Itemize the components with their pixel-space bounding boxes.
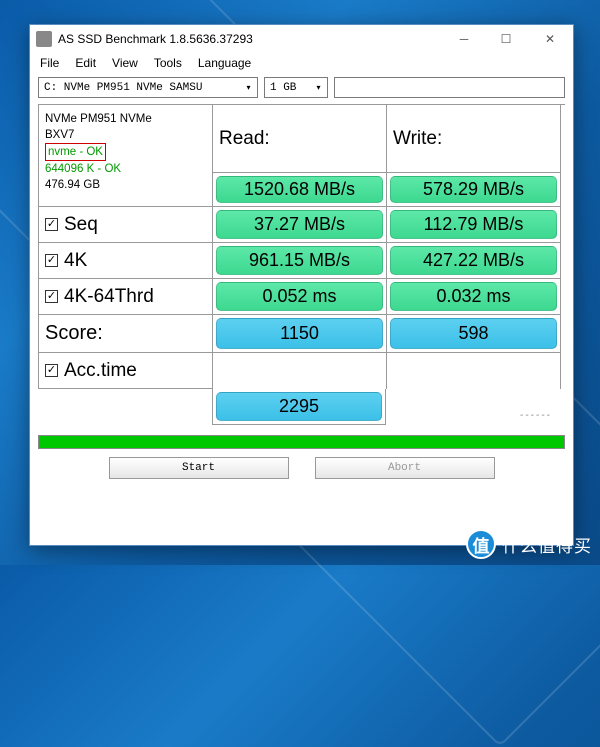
action-buttons: Start Abort xyxy=(38,457,565,483)
toolbar: C: NVMe PM951 NVMe SAMSU ▾ 1 GB ▾ xyxy=(30,75,573,104)
seq-write-cell: 578.29 MB/s xyxy=(387,173,561,207)
content-area: NVMe PM951 NVMe BXV7 nvme - OK 644096 K … xyxy=(30,104,573,545)
score-read-cell: 1150 xyxy=(213,315,387,353)
total-score-cell: 2295 xyxy=(212,389,386,425)
watermark-logo-icon: 值 xyxy=(466,529,496,559)
acc-write-value: 0.032 ms xyxy=(390,282,557,311)
score-write-value: 598 xyxy=(390,318,557,349)
text-input[interactable] xyxy=(334,77,565,98)
window-title: AS SSD Benchmark 1.8.5636.37293 xyxy=(58,32,443,46)
score-read-value: 1150 xyxy=(216,318,383,349)
4k64-label: 4K-64Thrd xyxy=(64,286,154,308)
app-icon xyxy=(36,31,52,47)
size-select[interactable]: 1 GB ▾ xyxy=(264,77,328,98)
acc-write-cell: 0.032 ms xyxy=(387,279,561,315)
4k64-row: ✓ 4K-64Thrd xyxy=(39,279,213,315)
app-window: AS SSD Benchmark 1.8.5636.37293 ─ ☐ ✕ Fi… xyxy=(29,24,574,546)
acc-read-cell: 0.052 ms xyxy=(213,279,387,315)
watermark-text: 什么值得买 xyxy=(502,532,592,557)
titlebar[interactable]: AS SSD Benchmark 1.8.5636.37293 ─ ☐ ✕ xyxy=(30,25,573,53)
acc-label: Acc.time xyxy=(64,360,137,382)
seq-write-value: 578.29 MB/s xyxy=(390,176,557,203)
4k-read-cell: 37.27 MB/s xyxy=(213,207,387,243)
4k64-write-value: 427.22 MB/s xyxy=(390,246,557,275)
minimize-button[interactable]: ─ xyxy=(443,27,485,51)
drive-firmware: BXV7 xyxy=(45,127,74,143)
dummy xyxy=(213,353,387,389)
4k64-read-cell: 961.15 MB/s xyxy=(213,243,387,279)
corner-decoration xyxy=(38,389,212,425)
maximize-button[interactable]: ☐ xyxy=(485,27,527,51)
score-label: Score: xyxy=(39,315,213,353)
4k64-read-value: 961.15 MB/s xyxy=(216,246,383,275)
4k-write-cell: 112.79 MB/s xyxy=(387,207,561,243)
menu-tools[interactable]: Tools xyxy=(154,56,182,70)
drive-capacity: 476.94 GB xyxy=(45,177,100,193)
results-grid: NVMe PM951 NVMe BXV7 nvme - OK 644096 K … xyxy=(38,104,565,389)
seq-read-cell: 1520.68 MB/s xyxy=(213,173,387,207)
total-score-row: 2295 ------ xyxy=(38,389,565,425)
alignment-status: 644096 K - OK xyxy=(45,161,121,177)
4k-write-value: 112.79 MB/s xyxy=(390,210,557,239)
4k-read-value: 37.27 MB/s xyxy=(216,210,383,239)
drive-select[interactable]: C: NVMe PM951 NVMe SAMSU ▾ xyxy=(38,77,258,98)
write-header: Write: xyxy=(387,105,561,173)
acc-read-value: 0.052 ms xyxy=(216,282,383,311)
menubar: File Edit View Tools Language xyxy=(30,53,573,75)
total-score-value: 2295 xyxy=(216,392,382,421)
4k64-checkbox[interactable]: ✓ xyxy=(45,290,58,303)
4k64-write-cell: 427.22 MB/s xyxy=(387,243,561,279)
4k-row: ✓ 4K xyxy=(39,243,213,279)
progress-bar xyxy=(38,435,565,449)
drive-model: NVMe PM951 NVMe xyxy=(45,111,152,127)
seq-read-value: 1520.68 MB/s xyxy=(216,176,383,203)
menu-file[interactable]: File xyxy=(40,56,59,70)
4k-label: 4K xyxy=(64,250,87,272)
corner-decoration: ------ xyxy=(386,389,560,425)
chevron-down-icon: ▾ xyxy=(310,78,327,97)
dummy xyxy=(387,353,561,389)
read-header: Read: xyxy=(213,105,387,173)
menu-view[interactable]: View xyxy=(112,56,138,70)
start-button[interactable]: Start xyxy=(109,457,289,479)
drive-select-value: C: NVMe PM951 NVMe SAMSU xyxy=(44,82,202,94)
driver-status: nvme - OK xyxy=(45,143,106,161)
acc-row: ✓ Acc.time xyxy=(39,353,213,389)
size-select-value: 1 GB xyxy=(270,82,296,94)
abort-button: Abort xyxy=(315,457,495,479)
menu-edit[interactable]: Edit xyxy=(75,56,96,70)
acc-checkbox[interactable]: ✓ xyxy=(45,364,58,377)
seq-row: ✓ Seq xyxy=(39,207,213,243)
drive-info: NVMe PM951 NVMe BXV7 nvme - OK 644096 K … xyxy=(39,105,213,207)
4k-checkbox[interactable]: ✓ xyxy=(45,254,58,267)
seq-label: Seq xyxy=(64,214,98,236)
watermark: 值 什么值得买 xyxy=(466,529,592,559)
score-write-cell: 598 xyxy=(387,315,561,353)
menu-language[interactable]: Language xyxy=(198,56,251,70)
close-button[interactable]: ✕ xyxy=(527,27,573,51)
chevron-down-icon: ▾ xyxy=(240,78,257,97)
seq-checkbox[interactable]: ✓ xyxy=(45,218,58,231)
